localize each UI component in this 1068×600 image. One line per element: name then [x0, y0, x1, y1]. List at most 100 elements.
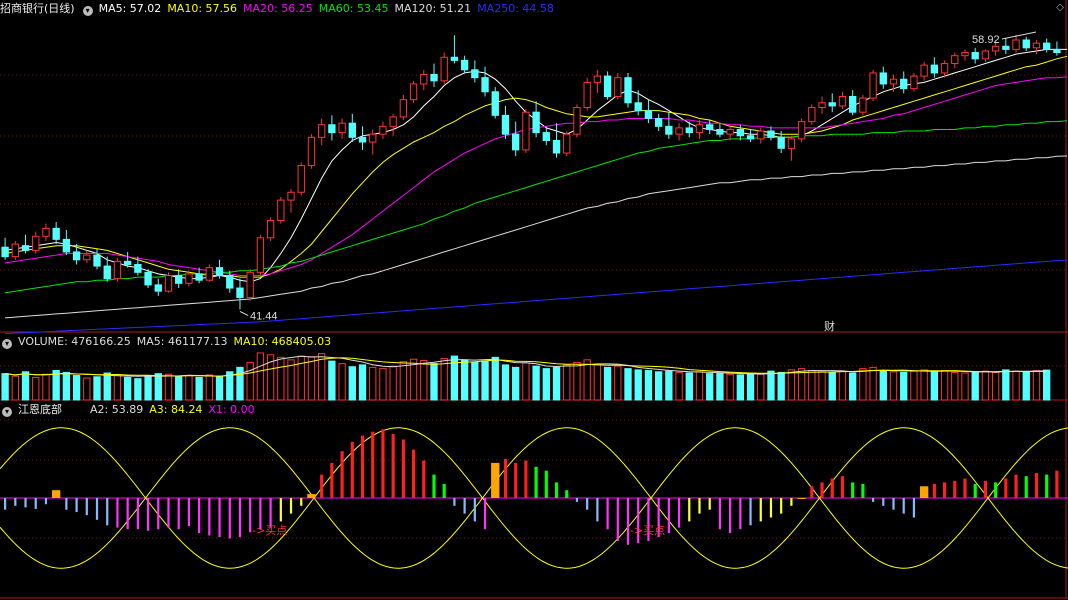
high-label: 58.92 [972, 34, 1000, 46]
collapse-icon[interactable]: ▾ [2, 407, 12, 417]
volume-labels: VOLUME: 476166.25 MA5: 461177.13 MA10: 468… [18, 335, 337, 348]
indicator-bar [249, 498, 252, 533]
candle-body [103, 265, 111, 280]
candle-body [297, 165, 305, 193]
indicator-labels: A2: 53.89 A3: 84.24 X1: 0.00 [90, 403, 261, 416]
indicator-bar [677, 498, 681, 528]
indicator-bar [401, 439, 405, 498]
candle-body [1022, 39, 1030, 49]
candle-body [879, 72, 887, 85]
volume-bar [726, 373, 734, 401]
candle-body [1002, 45, 1010, 50]
candle-body [501, 114, 510, 135]
indicator-bar [381, 429, 385, 498]
indicator-bar [739, 498, 742, 530]
candle-body [767, 130, 775, 138]
indicator-bar [871, 498, 875, 502]
candle-body [593, 75, 602, 83]
indicator-bar [892, 498, 895, 510]
indicator-bar [626, 498, 630, 545]
candle-body [358, 136, 367, 143]
candle-body [797, 121, 806, 140]
candle-body [910, 75, 918, 90]
volume-bar [21, 371, 30, 401]
indicator-bar [596, 498, 599, 522]
indicator-bar [994, 482, 998, 498]
volume-bar [624, 368, 632, 401]
candle-body [654, 117, 663, 127]
indicator-bar [360, 435, 365, 498]
collapse-icon[interactable]: ▾ [82, 6, 93, 16]
candle-body [746, 135, 755, 140]
indicator-bar [953, 480, 957, 498]
candle-body [144, 271, 152, 286]
candle-body [859, 97, 867, 113]
volume-bar [123, 376, 132, 401]
window-control-icon[interactable]: ◇ [1056, 2, 1064, 13]
ma-line-ma5 [5, 48, 1068, 283]
volume-bar [164, 373, 173, 401]
candle-body [808, 106, 816, 123]
indicator-bar [749, 498, 752, 526]
indicator-bar [350, 441, 354, 498]
ma-label-0: MA5: 57.02 [98, 2, 162, 15]
low-pointer [239, 310, 249, 316]
candle-body [542, 132, 550, 141]
indicator-bar [780, 498, 783, 514]
indicator-bar [187, 498, 191, 527]
volume-bar [471, 361, 479, 401]
volume-bar [369, 366, 377, 401]
volume-bar [940, 370, 949, 401]
indicator-bar [769, 498, 773, 518]
candle-body [603, 75, 612, 97]
volume-bar [716, 372, 724, 401]
volume-bar [654, 371, 663, 401]
indicator-bar [708, 498, 711, 510]
candle-body [512, 133, 520, 151]
volume-bar [838, 370, 847, 401]
indicator-bar [667, 498, 670, 534]
indicator-bar [983, 480, 987, 498]
indicator-bar [534, 466, 538, 498]
volume-bar [695, 371, 704, 401]
volume-bar [777, 371, 785, 401]
indicator-bar [463, 498, 466, 514]
volume-bar [379, 368, 387, 401]
volume-bar [910, 370, 918, 401]
indicator-bar [320, 474, 324, 498]
indicator-bar [840, 476, 845, 498]
indicator-label-2: X1: 0.00 [208, 403, 255, 416]
candle-body [777, 136, 785, 149]
indicator-bar [228, 498, 231, 539]
indicator-bar [861, 483, 865, 498]
indicator-bar [514, 462, 518, 498]
candle-body [991, 45, 1000, 52]
indicator-bar [289, 498, 293, 514]
candle-body [246, 271, 254, 298]
candle-body [93, 254, 101, 267]
candle-body [563, 133, 571, 154]
candle-body [399, 99, 408, 118]
candle-body [961, 52, 969, 57]
volume-bar [746, 373, 755, 401]
candle-body [1, 246, 9, 258]
ma-label-2: MA20: 56.25 [243, 2, 313, 15]
collapse-icon[interactable]: ▾ [2, 339, 12, 349]
candle-body [838, 96, 847, 107]
ma-labels: MA5: 57.02 MA10: 57.56 MA20: 56.25 MA60: 53… [99, 2, 560, 15]
indicator-bar [718, 498, 722, 530]
candle-body [83, 254, 91, 261]
indicator-bar [851, 482, 855, 498]
volume-bar [563, 364, 571, 401]
candle-body [481, 77, 489, 93]
volume-bar [951, 371, 959, 401]
indicator-bar [3, 498, 7, 510]
indicator-bar [238, 498, 242, 537]
volume-bar [256, 352, 265, 401]
ma-label-5: MA250: 44.58 [477, 2, 554, 15]
volume-bar [971, 371, 979, 401]
volume-bar [767, 370, 775, 401]
candle-body [266, 220, 275, 239]
candle-body [522, 111, 530, 151]
indicator-bar [544, 470, 548, 498]
